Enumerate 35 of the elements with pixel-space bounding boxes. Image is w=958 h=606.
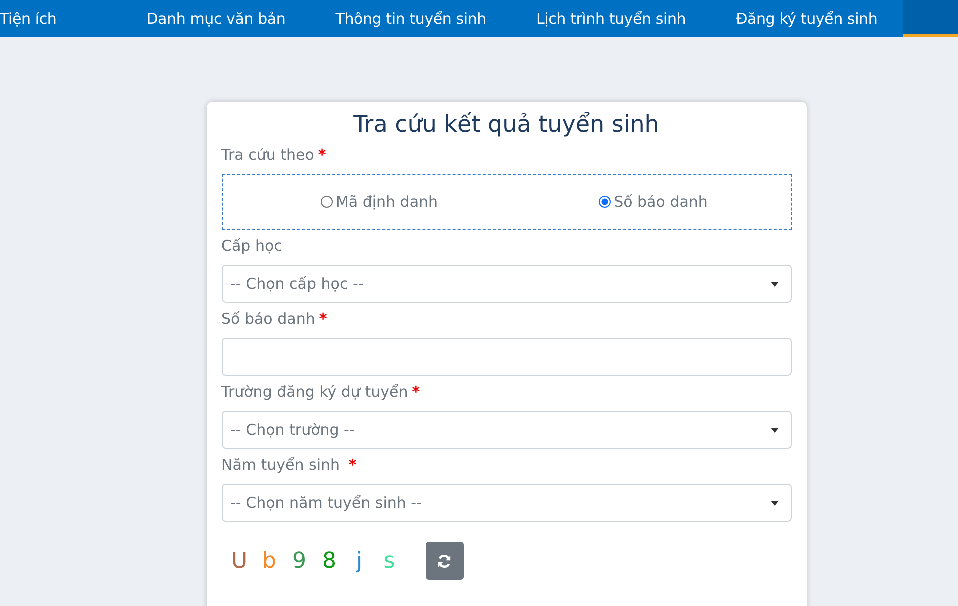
nav-link[interactable]: Lịch trình tuyển sinh — [511, 0, 712, 37]
captcha-char: b — [262, 548, 278, 574]
captcha-char: j — [355, 548, 364, 574]
nav-link[interactable]: Danh mục văn bản — [122, 0, 311, 37]
required-mark: * — [319, 310, 328, 328]
nav-link[interactable]: Đăng ký tuyển sinh — [711, 0, 903, 37]
field-label: Trường đăng ký dự tuyển — [222, 383, 408, 401]
captcha-char: s — [382, 548, 396, 574]
nav-link[interactable]: Thông tin tuyển sinh — [310, 0, 512, 37]
caret-icon — [770, 428, 778, 432]
field-label: Số báo danh — [222, 310, 316, 328]
active-tab-marker — [903, 0, 958, 37]
field-label: Cấp học — [222, 237, 282, 255]
required-mark: * — [412, 383, 420, 401]
caret-icon — [770, 282, 778, 286]
radio-option[interactable]: Mã định danh — [222, 193, 516, 211]
refresh-icon — [437, 554, 452, 568]
field-label: Tra cứu theo — [222, 146, 314, 164]
select-field[interactable]: -- Chọn năm tuyển sinh -- — [222, 484, 792, 522]
required-mark: * — [348, 456, 357, 474]
refresh-button[interactable] — [426, 542, 464, 580]
captcha-char: 9 — [292, 548, 308, 574]
field-label: Năm tuyển sinh — [222, 456, 342, 474]
input-field[interactable] — [222, 338, 792, 376]
radio-option[interactable]: Số báo danh — [516, 193, 790, 211]
radio-button[interactable] — [320, 196, 333, 208]
nav-link[interactable]: Tiện ích — [0, 0, 82, 37]
form-title: Tra cứu kết quả tuyển sinh — [352, 112, 660, 138]
required-mark: * — [318, 146, 326, 164]
captcha-char: U — [232, 548, 248, 574]
select-field[interactable]: -- Chọn cấp học -- — [222, 265, 792, 303]
captcha-char: 8 — [322, 548, 338, 574]
select-field[interactable]: -- Chọn trường -- — [222, 411, 792, 449]
radio-button[interactable] — [599, 196, 612, 208]
caret-icon — [770, 500, 778, 506]
